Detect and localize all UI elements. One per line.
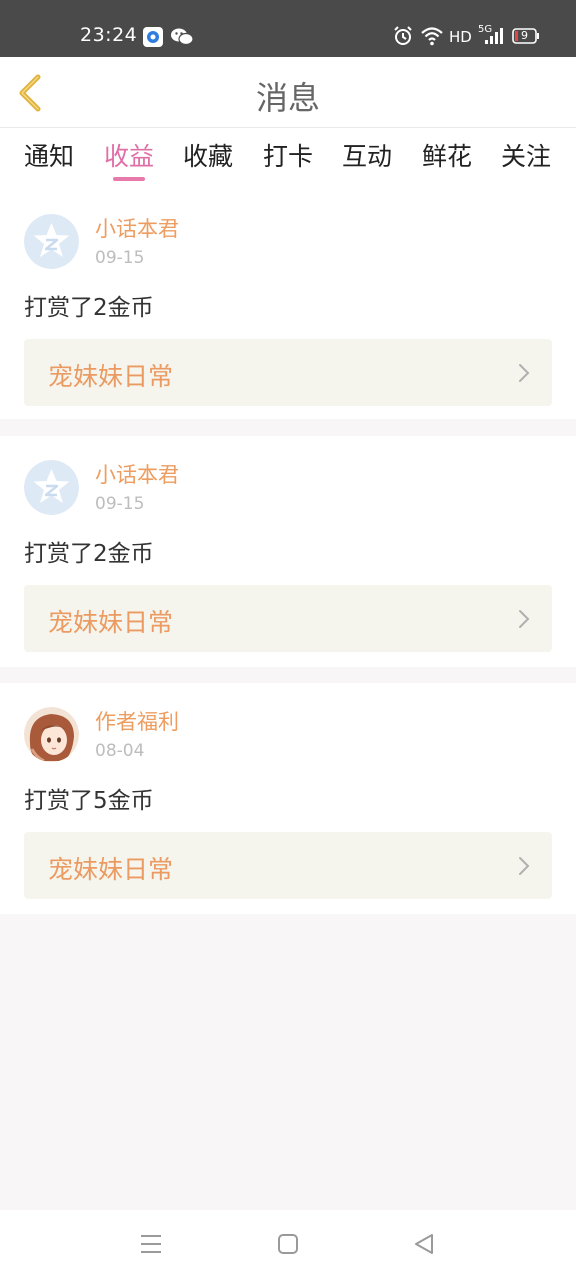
- tab-flowers[interactable]: 鲜花: [417, 137, 477, 173]
- star-logo-avatar[interactable]: [24, 214, 79, 269]
- anime-girl-avatar[interactable]: [24, 707, 79, 762]
- tab-following[interactable]: 关注: [496, 137, 556, 173]
- sender-name[interactable]: 小话本君: [95, 213, 179, 243]
- home-icon[interactable]: [277, 1232, 299, 1260]
- sender-name[interactable]: 作者福利: [95, 706, 179, 736]
- message-card: 小话本君 09-15 打赏了2金币 宠妹妹日常: [0, 190, 576, 419]
- menu-icon[interactable]: [140, 1232, 162, 1260]
- page-title: 消息: [255, 79, 320, 117]
- book-link[interactable]: 宠妹妹日常: [24, 585, 552, 652]
- chevron-right-icon: [518, 856, 530, 876]
- wifi-icon: [420, 26, 444, 50]
- message-date: 09-15: [95, 248, 145, 268]
- star-logo-avatar[interactable]: [24, 460, 79, 515]
- tab-notification[interactable]: 通知: [19, 137, 79, 173]
- status-bar: 23:24 HD 5G 9: [0, 0, 576, 57]
- signal-icon: [484, 28, 504, 48]
- book-link[interactable]: 宠妹妹日常: [24, 339, 552, 406]
- app-icon: [143, 27, 163, 47]
- sender-name[interactable]: 小话本君: [95, 459, 179, 489]
- tab-checkin[interactable]: 打卡: [258, 137, 318, 173]
- message-date: 08-04: [95, 741, 145, 761]
- book-link[interactable]: 宠妹妹日常: [24, 832, 552, 899]
- message-text: 打赏了2金币: [24, 295, 154, 321]
- tab-favorites[interactable]: 收藏: [178, 137, 238, 173]
- active-tab-indicator: [113, 177, 145, 181]
- tab-earnings[interactable]: 收益: [99, 137, 159, 181]
- tab-bar: 通知 收益 收藏 打卡 互动 鲜花 关注: [0, 128, 576, 190]
- book-title: 宠妹妹日常: [48, 362, 174, 391]
- chevron-right-icon: [518, 609, 530, 629]
- chevron-right-icon: [518, 363, 530, 383]
- status-time: 23:24: [80, 24, 138, 46]
- message-date: 09-15: [95, 494, 145, 514]
- message-text: 打赏了5金币: [24, 788, 154, 814]
- message-card: 作者福利 08-04 打赏了5金币 宠妹妹日常: [0, 683, 576, 914]
- wechat-icon: [171, 27, 194, 47]
- back-icon[interactable]: [413, 1232, 435, 1260]
- system-nav-bar: [0, 1210, 576, 1280]
- network-label: HD: [449, 28, 472, 46]
- message-card: 小话本君 09-15 打赏了2金币 宠妹妹日常: [0, 436, 576, 667]
- app-header: 消息: [0, 57, 576, 128]
- battery-level: 9: [521, 29, 528, 42]
- alarm-icon: [393, 26, 413, 50]
- book-title: 宠妹妹日常: [48, 608, 174, 637]
- message-text: 打赏了2金币: [24, 541, 154, 567]
- tab-interaction[interactable]: 互动: [337, 137, 397, 173]
- book-title: 宠妹妹日常: [48, 855, 174, 884]
